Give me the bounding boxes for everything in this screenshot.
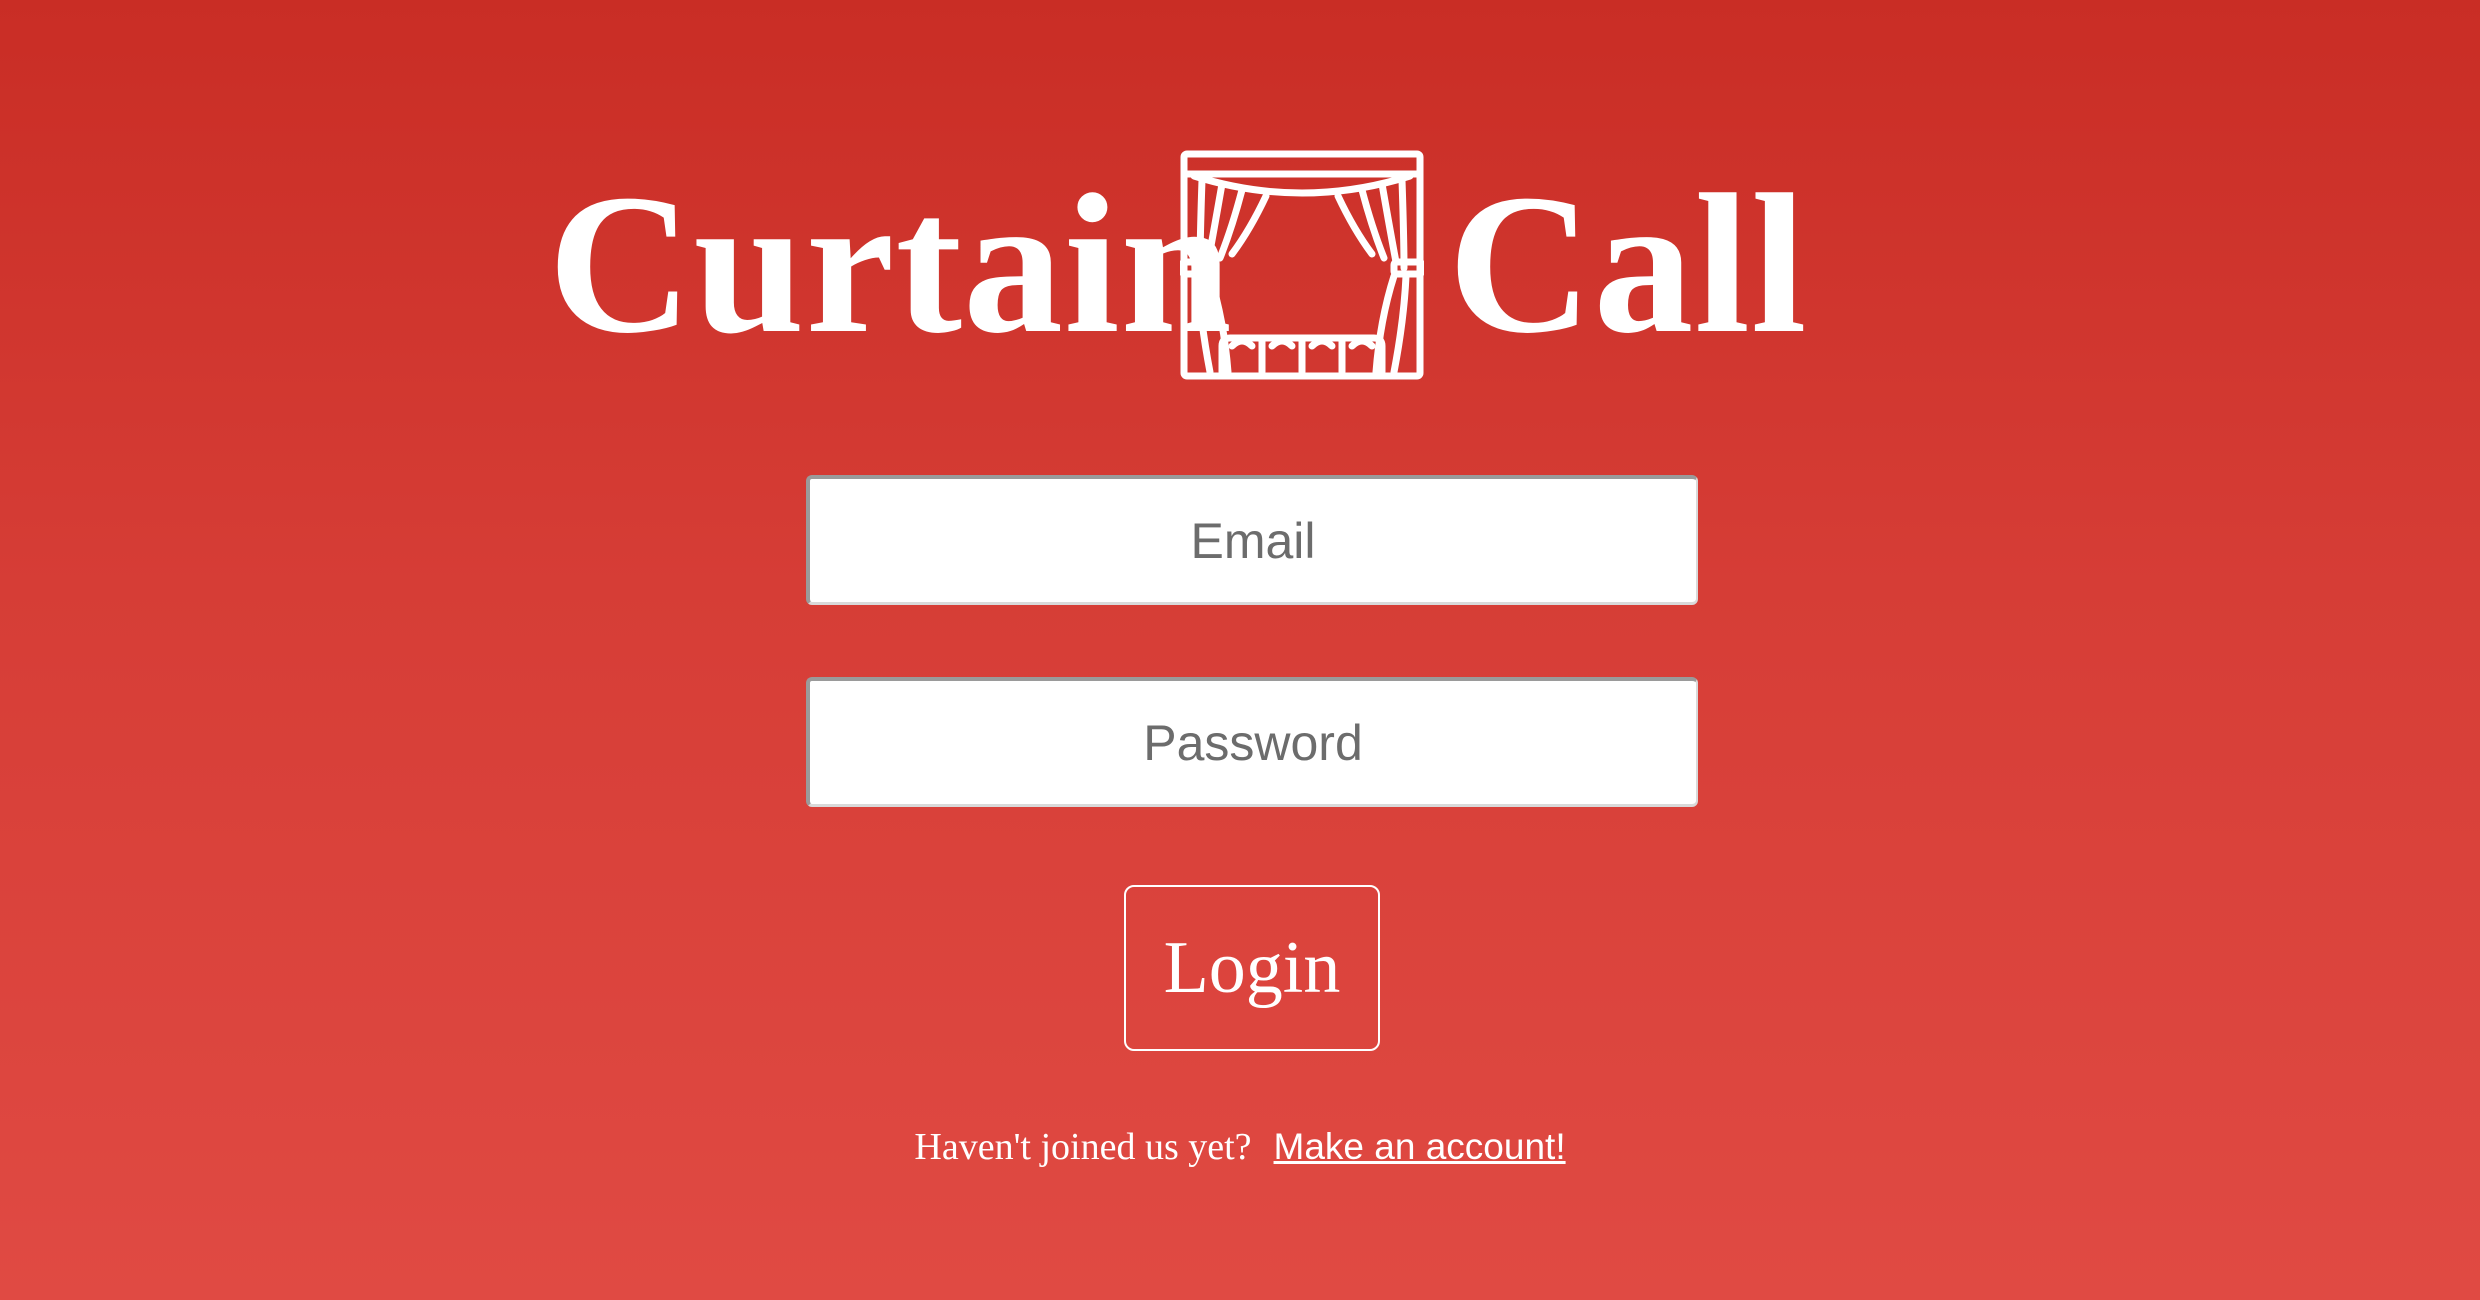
login-button[interactable]: Login	[1124, 885, 1380, 1051]
signup-prompt-row: Haven't joined us yet? Make an account!	[0, 1125, 2480, 1169]
make-account-link[interactable]: Make an account!	[1274, 1126, 1566, 1167]
email-field[interactable]	[806, 475, 1698, 605]
brand-logo: Curtain Call	[548, 145, 1807, 385]
theater-curtain-icon	[1180, 150, 1424, 380]
brand-word-curtain: Curtain	[548, 154, 1233, 375]
brand-word-call: Call	[1448, 154, 1808, 375]
signup-prompt-text: Haven't joined us yet?	[914, 1126, 1252, 1168]
password-field[interactable]	[806, 677, 1698, 807]
